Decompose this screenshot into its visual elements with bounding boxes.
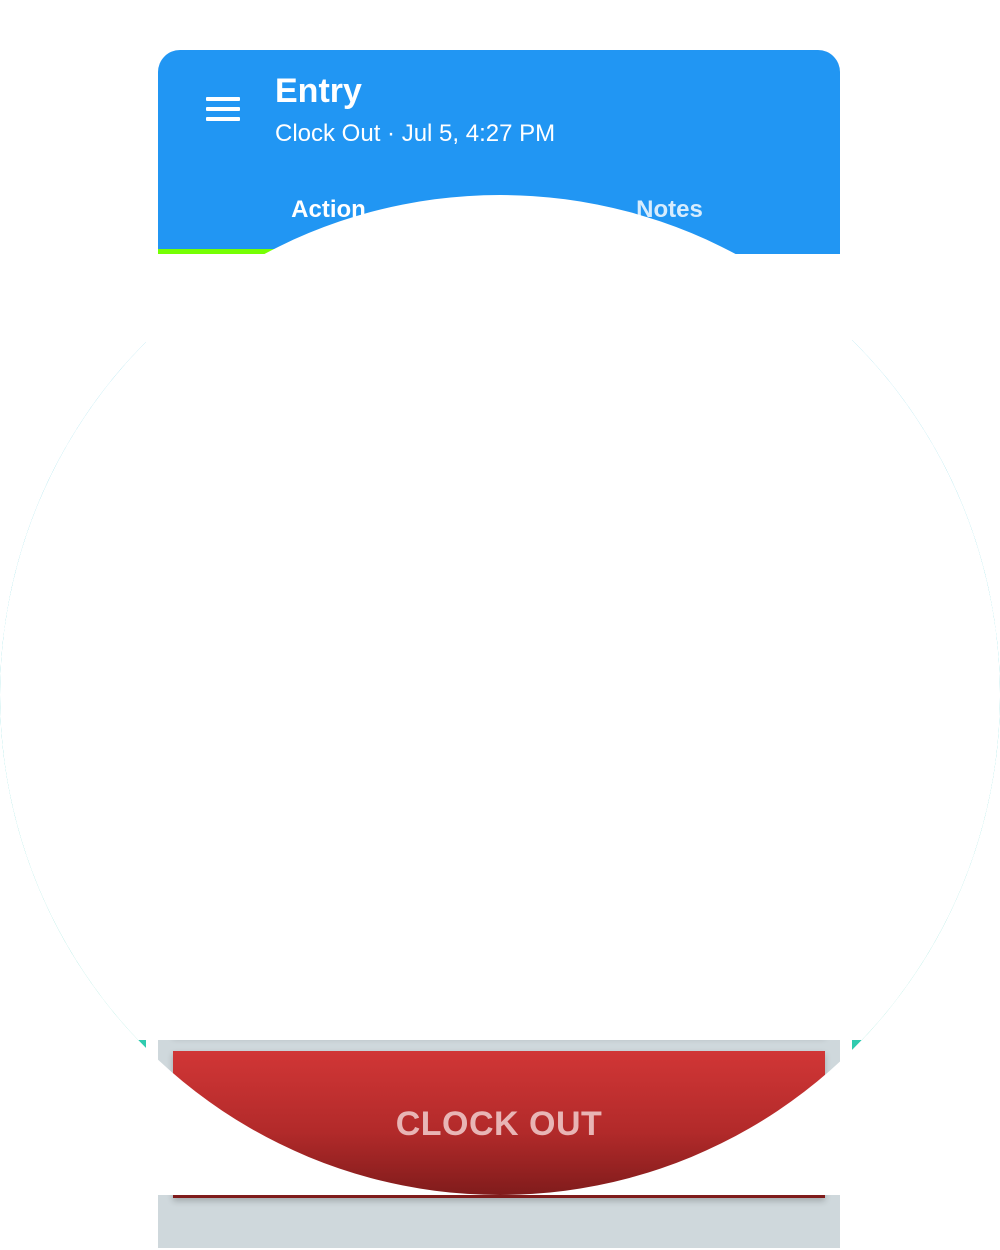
tab-notes[interactable]: Notes [499,196,840,254]
crew-name: John Appleseed [260,292,514,329]
info-icon[interactable] [770,311,806,347]
clock-out-button[interactable]: CLOCK OUT [173,1051,825,1198]
job-row[interactable]: Lemke-Tillman Tap to change selected job [158,401,840,548]
job-hint: Tap to change selected job [260,490,510,513]
menu-icon[interactable] [206,97,240,121]
start-job-button[interactable]: START JOB [173,889,825,1035]
person-icon [196,298,220,322]
page-title: Entry [275,72,362,110]
tab-action[interactable]: Action [158,196,499,254]
job-name: Lemke-Tillman [260,439,491,476]
info-icon[interactable] [770,459,806,495]
clock-in-button[interactable]: CLOCK IN [173,563,825,711]
crew-hint: Tap to select crew [260,343,429,366]
crew-row[interactable]: John Appleseed Tap to select crew [158,254,840,402]
selection-list: John Appleseed Tap to select crew Lemke-… [158,254,840,548]
page-subtitle: Clock Out · Jul 5, 4:27 PM [275,120,556,147]
start-travel-button[interactable]: START TRAVEL [173,727,825,873]
briefcase-icon [193,441,223,469]
app-bar: Entry Clock Out · Jul 5, 4:27 PM Action … [158,50,840,254]
